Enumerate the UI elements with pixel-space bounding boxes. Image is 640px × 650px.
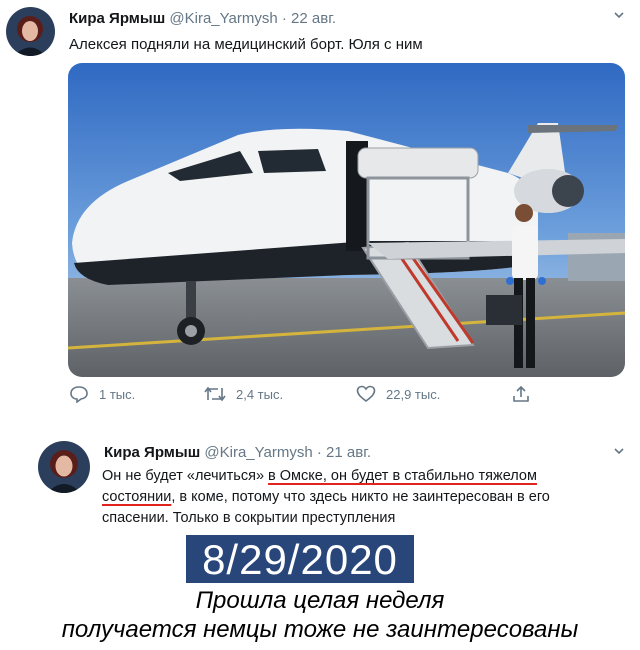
chevron-down-icon[interactable] [614,10,624,20]
date-stamp-text: 8/29/2020 [202,536,398,583]
avatar[interactable] [6,7,55,56]
reply-icon [70,386,88,403]
avatar[interactable] [38,441,90,493]
separator-dot: · [281,10,287,27]
author-name[interactable]: Кира Ярмыш [69,10,165,27]
author-handle[interactable]: @Kira_Yarmysh [204,444,312,461]
caption-line-1: Прошла целая неделя [195,587,445,614]
tweet-2: Кира Ярмыш @Kira_Yarmysh · 21 авг. Он не… [0,414,640,650]
date-stamp: 8/29/2020 [186,535,414,583]
chevron-down-icon[interactable] [614,446,624,456]
retweet-button[interactable]: 2,4 тыс. [204,385,283,403]
tweet-text-part: Он не будет «лечиться» [102,468,269,484]
share-icon [513,385,529,402]
tweet-header: Кира Ярмыш @Kira_Yarmysh · 22 авг. [69,10,336,27]
tweet-1: Кира Ярмыш @Kira_Yarmysh · 22 авг. Алекс… [0,0,640,414]
like-icon [356,385,376,403]
tweet-text: Он не будет «лечиться» в Омске, он будет… [102,466,602,529]
retweet-count: 2,4 тыс. [236,386,284,402]
author-name[interactable]: Кира Ярмыш [104,444,200,461]
author-handle[interactable]: @Kira_Yarmysh [169,10,277,27]
tweet-date[interactable]: 21 авг. [326,444,371,461]
tweet-photo[interactable] [68,63,625,377]
caption-line-2: получается немцы тоже не заинтересованы [61,616,579,643]
like-button[interactable]: 22,9 тыс. [356,385,440,403]
like-count: 22,9 тыс. [386,386,441,402]
retweet-icon [204,386,226,402]
tweet-date[interactable]: 22 авг. [291,10,336,27]
tweet-actions: 1 тыс. 2,4 тыс. 22,9 тыс. [0,385,640,413]
reply-button[interactable]: 1 тыс. [69,385,135,403]
separator-dot: · [316,444,322,461]
tweet-text: Алексея подняли на медицинский борт. Юля… [69,36,423,53]
share-button[interactable] [512,385,530,403]
tweet-header: Кира Ярмыш @Kira_Yarmysh · 21 авг. [104,444,371,461]
reply-count: 1 тыс. [99,386,136,402]
